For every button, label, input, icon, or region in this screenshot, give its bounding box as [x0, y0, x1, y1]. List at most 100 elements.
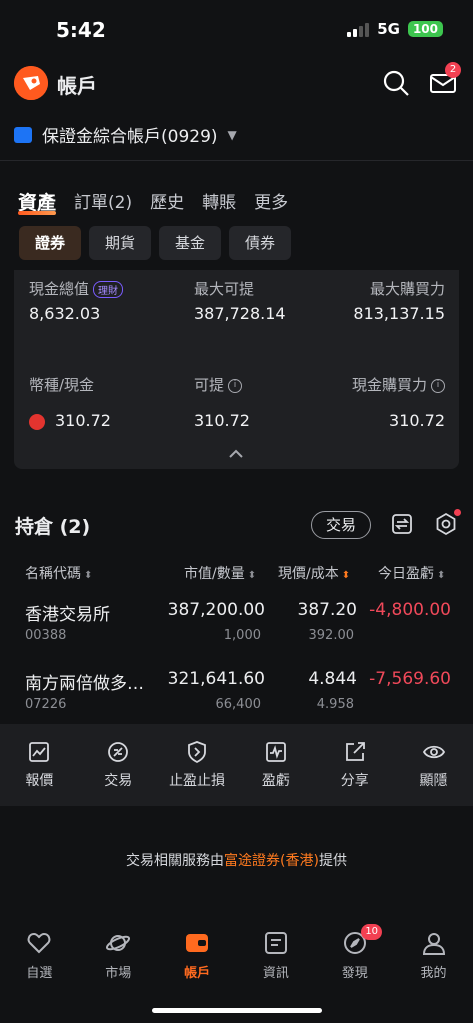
quantity: 66,400: [215, 697, 262, 712]
cash-buying-label: 現金購買力 i: [352, 374, 445, 395]
nav-news[interactable]: 資訊: [236, 922, 315, 992]
signal-icon: [347, 21, 370, 37]
quantity: 1,000: [223, 628, 261, 643]
share-action[interactable]: 分享: [315, 724, 394, 806]
info-icon[interactable]: i: [228, 378, 243, 393]
action-label: 止盈止損: [169, 773, 226, 789]
col-name-code[interactable]: 名稱代碼 ⬍: [25, 563, 92, 583]
subtab-bonds[interactable]: 債券: [229, 226, 292, 260]
collapse-chevron-icon[interactable]: [228, 444, 244, 463]
stop-loss-action[interactable]: 止盈止損: [158, 724, 237, 806]
nav-me[interactable]: 我的: [394, 922, 473, 992]
info-icon[interactable]: i: [431, 378, 445, 393]
trade-button[interactable]: 交易: [311, 511, 371, 539]
col-price-cost[interactable]: 現價/成本 ⬍: [278, 563, 350, 583]
battery-icon: 100: [407, 21, 443, 37]
cost-price: 392.00: [308, 628, 355, 643]
current-price: 387.20: [297, 600, 357, 620]
max-buying-value: 813,137.15: [353, 304, 445, 323]
wallet-icon: [14, 126, 32, 143]
withdrawable-label: 可提 i: [194, 374, 243, 395]
subtab-funds[interactable]: 基金: [159, 226, 222, 260]
search-icon[interactable]: [381, 68, 411, 98]
nav-label: 帳戶: [184, 966, 211, 981]
nav-label: 市場: [105, 966, 132, 981]
col-today-pnl[interactable]: 今日盈虧 ⬍: [378, 563, 445, 583]
nav-discover[interactable]: 發現 10: [315, 922, 394, 992]
market-value: 387,200.00: [167, 600, 265, 620]
table-row[interactable]: 香港交易所 00388 387,200.00 1,000 387.20 392.…: [0, 592, 473, 650]
wealth-tag[interactable]: 理財: [93, 281, 124, 298]
chevron-down-icon: ▼: [227, 127, 237, 142]
hkd-withdrawable: 310.72: [194, 411, 250, 430]
active-tab-indicator: [18, 211, 56, 215]
broker-link[interactable]: 富途證券(香港): [224, 853, 319, 869]
status-time: 5:42: [56, 18, 106, 42]
trade-action[interactable]: 交易: [79, 724, 158, 806]
network-type: 5G: [377, 20, 400, 38]
visibility-action[interactable]: 顯隱: [394, 724, 473, 806]
nav-label: 資訊: [262, 966, 289, 981]
table-row[interactable]: 南方兩倍做多… 07226 321,641.60 66,400 4.844 4.…: [0, 661, 473, 719]
market-value: 321,641.60: [167, 669, 265, 689]
divider: [0, 160, 473, 161]
stock-name: 南方兩倍做多…: [25, 674, 144, 694]
hk-flag-icon: [29, 413, 45, 430]
currency-label: 幣種/現金: [29, 376, 95, 394]
service-provider-note: 交易相關服務由富途證券(香港)提供: [126, 853, 347, 869]
cost-price: 4.958: [316, 697, 354, 712]
nav-label: 自選: [26, 966, 53, 981]
swap-icon[interactable]: [390, 512, 414, 540]
user-icon: [422, 933, 445, 955]
quote-action[interactable]: 報價: [0, 724, 79, 806]
stock-name: 香港交易所: [25, 605, 110, 625]
action-label: 交易: [104, 773, 133, 789]
subtab-futures[interactable]: 期貨: [89, 226, 152, 260]
tab-orders[interactable]: 訂單(2): [74, 188, 132, 215]
pnl-action[interactable]: 盈虧: [236, 724, 315, 806]
stock-code: 00388: [25, 628, 67, 643]
planet-icon: [106, 935, 131, 951]
pulse-icon: [265, 742, 286, 762]
shield-icon: [188, 741, 206, 764]
sub-tabs: 證券 期貨 基金 債券: [19, 226, 292, 260]
col-market-value[interactable]: 市值/數量 ⬍: [184, 563, 256, 583]
share-icon: [345, 742, 365, 761]
account-name: 保證金綜合帳戶(0929): [42, 127, 218, 147]
total-cash-value: 8,632.03: [29, 304, 101, 323]
nav-account[interactable]: 帳戶: [158, 922, 237, 992]
heart-icon: [28, 932, 51, 954]
bottom-nav: 自選 市場 帳戶 資訊 發現 10 我的: [0, 922, 473, 992]
settings-dot: [454, 509, 461, 516]
tab-history[interactable]: 歷史: [150, 188, 184, 215]
max-withdraw-label: 最大可提: [194, 280, 255, 298]
eye-icon: [422, 745, 445, 759]
nav-label: 發現: [341, 966, 368, 981]
account-selector[interactable]: 保證金綜合帳戶(0929) ▼: [14, 122, 237, 147]
nav-label: 我的: [420, 966, 447, 981]
action-label: 分享: [340, 773, 369, 789]
today-pnl: -7,569.60: [369, 669, 451, 689]
action-label: 報價: [25, 773, 54, 789]
nav-market[interactable]: 市場: [79, 922, 158, 992]
tab-more[interactable]: 更多: [254, 188, 288, 215]
action-label: 盈虧: [261, 773, 290, 789]
max-buying-label: 最大購買力: [369, 280, 445, 298]
max-withdraw-value: 387,728.14: [194, 304, 286, 323]
page-title: 帳戶: [57, 74, 97, 98]
home-indicator[interactable]: [152, 1008, 322, 1013]
chart-icon: [29, 742, 50, 762]
hkd-buying: 310.72: [389, 411, 445, 430]
nav-watchlist[interactable]: 自選: [0, 922, 79, 992]
app-logo: [14, 66, 48, 100]
subtab-securities[interactable]: 證券: [19, 226, 82, 260]
tab-transfer[interactable]: 轉賬: [202, 188, 236, 215]
hkd-cash: 310.72: [29, 411, 111, 430]
trade-icon: [108, 742, 129, 762]
main-tabs: 資產 訂單(2) 歷史 轉賬 更多: [18, 188, 288, 215]
total-cash-label: 現金總值 理財: [29, 278, 124, 299]
gear-icon[interactable]: [434, 512, 458, 540]
position-action-bar: 報價 交易 止盈止損 盈虧 分享 顯隱: [0, 724, 473, 806]
today-pnl: -4,800.00: [369, 600, 451, 620]
positions-title: 持倉 (2): [15, 516, 91, 538]
